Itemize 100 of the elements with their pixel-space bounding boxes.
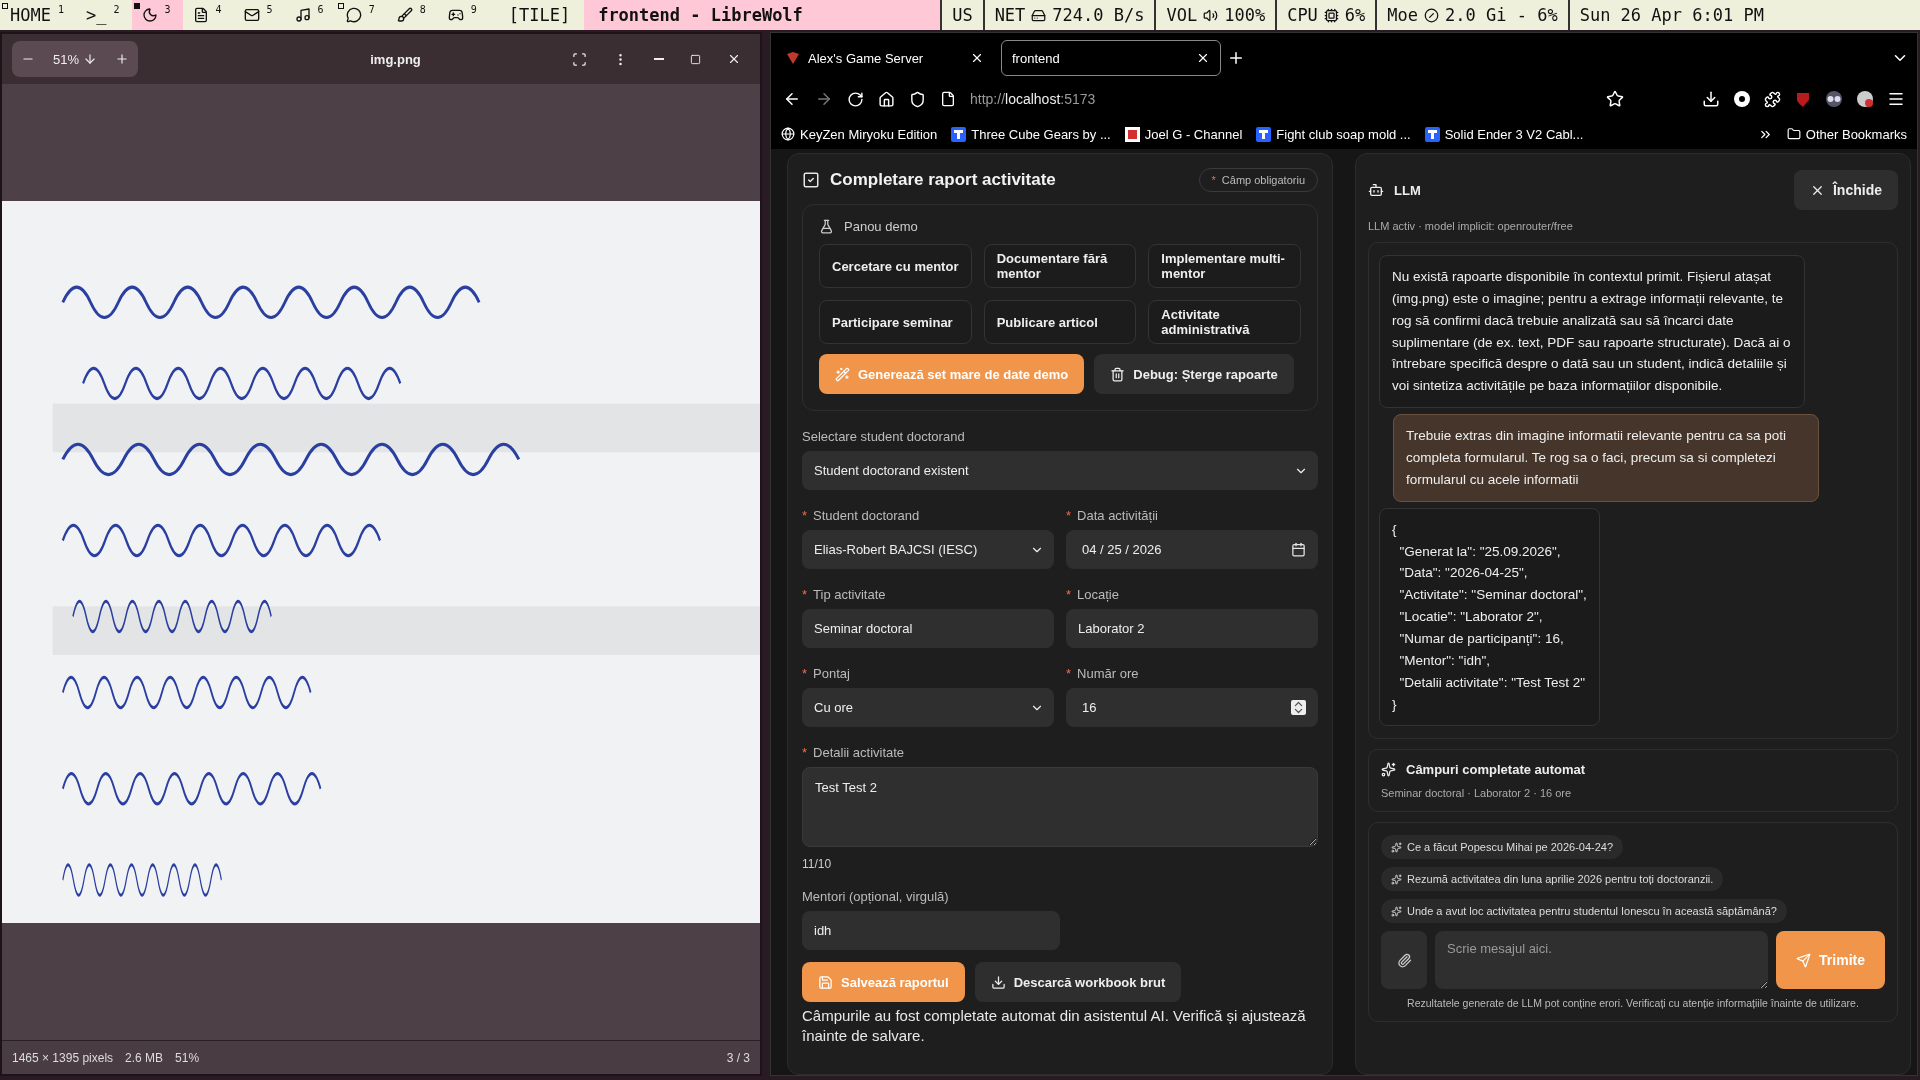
browser-tab[interactable]: Alex's Game Server <box>775 40 995 76</box>
mail-icon <box>243 7 260 23</box>
bookmark-link[interactable]: Fight club soap mold ... <box>1256 126 1411 142</box>
status-label: Sun 26 Apr 6:01 PM <box>1579 5 1764 25</box>
speaker-icon <box>1203 7 1219 23</box>
workspace-button[interactable]: >_ 2 <box>76 0 132 30</box>
favicon-icon <box>1124 126 1140 142</box>
bookmark-link[interactable]: Three Cube Gears by ... <box>951 126 1111 142</box>
save-icon <box>818 974 833 990</box>
user-message: Trebuie extras din imagine informatii relevante pentru ca sa poti completa formularul. Te rog sa o faci, precum sa si completezi formularul cu acele informatii <box>1393 414 1819 502</box>
character-counter: 11/10 <box>802 857 833 871</box>
extension-icon <box>1734 91 1750 107</box>
status-label: CPU <box>1287 5 1318 25</box>
workspace-button[interactable]: 3 <box>131 0 183 30</box>
status-label: Moe <box>1387 5 1419 25</box>
select-field[interactable]: Student doctorand existent <box>802 451 1318 490</box>
close-button[interactable]: Închide <box>1794 170 1898 210</box>
menu-icon <box>1887 90 1905 108</box>
image-info: 1465 × 1395 pixels <box>12 1050 114 1065</box>
shield-icon <box>909 90 926 108</box>
preset-button[interactable]: Publicare articol <box>983 300 1137 344</box>
paperclip-icon <box>1396 952 1412 968</box>
message-field[interactable]: Scrie mesajul aici. <box>1435 931 1769 990</box>
workspace-button[interactable]: 7 <box>335 0 387 30</box>
robot-icon <box>1368 182 1384 198</box>
status-value: 2.0 Gi - 6% <box>1445 5 1558 25</box>
favicon-icon <box>1424 126 1440 142</box>
field-label: * Locație <box>1066 587 1120 602</box>
document-icon <box>192 7 209 23</box>
bookmark-link[interactable]: Joel G - Channel <box>1124 126 1243 142</box>
magic-wand-icon <box>835 366 850 382</box>
workspace-button[interactable]: 4 <box>182 0 234 30</box>
select-field[interactable]: Cu ore <box>802 688 1054 727</box>
puzzle-icon <box>1764 90 1781 108</box>
text-field[interactable]: Laborator 2 <box>1066 609 1318 648</box>
workspace-button[interactable]: 9 <box>437 0 489 30</box>
bookmark-link[interactable]: KeyZen Miryoku Edition <box>781 126 938 142</box>
folder-icon <box>1786 127 1801 141</box>
calendar-icon <box>1291 542 1306 557</box>
plus-icon <box>115 52 130 66</box>
preset-button[interactable]: Participare seminar <box>819 300 972 344</box>
date-input[interactable]: 04 / 25 / 2026 <box>1080 541 1291 558</box>
assistant-message: Nu există rapoarte disponibile în contextul primit. Fișierul atașat (img.png) este o imagine; pentru a extrage informații relevante, te rog să confirmi dacă trebuie analizată sau să încarci date suplimentare (de ex. text, PDF sau rapoarte structurate). Dacă ai o întrebare specifică despre o dată sau un student, indică detaliile și voi sintetiza activitățile pe baza informațiilor disponibile. <box>1379 255 1805 409</box>
address-field[interactable]: http://localhost:5173 <box>970 91 1592 107</box>
card-title: Câmpuri completate automat <box>1406 762 1586 778</box>
spinner-icon <box>1291 700 1306 715</box>
workspace-button[interactable]: 5 <box>233 0 285 30</box>
image-info: 51% <box>175 1050 200 1065</box>
home-icon <box>878 90 895 108</box>
panel-title: LLM <box>1394 182 1422 198</box>
sparkles-icon <box>1391 841 1402 853</box>
text-field[interactable]: idh <box>802 911 1060 950</box>
extension-icon <box>1857 91 1873 107</box>
preset-button[interactable]: Implementare multi-mentor <box>1148 244 1301 288</box>
preset-button[interactable]: Documentare fără mentor <box>983 244 1137 288</box>
send-icon <box>1796 952 1812 968</box>
text-area[interactable]: Test Test 2 <box>802 767 1318 847</box>
globe-icon <box>781 127 795 141</box>
assistant-message: { "Generat la": "25.09.2026", "Data": "2026-04-25", "Activitate": "Seminar doctoral", "Locatie": "Laborator 2", "Numar de participanți": 16, "Mentor": "idh", "Detalii activitate": "Test Test 2" } <box>1379 507 1600 727</box>
close-icon <box>1196 51 1210 65</box>
attach-button[interactable] <box>1381 931 1427 990</box>
date-field[interactable]: 04 / 25 / 2026 <box>1066 530 1318 569</box>
speech-bubble-icon <box>345 7 362 23</box>
model-status: LLM activ · model implicit: openrouter/free <box>1368 220 1574 232</box>
suggestion-chip[interactable]: Rezumă activitatea din luna aprilie 2026 pentru toți doctoranzii. <box>1381 867 1724 892</box>
bookmark-link[interactable]: Solid Ender 3 V2 Cabl... <box>1424 126 1584 142</box>
fullscreen-icon <box>572 51 587 67</box>
number-input[interactable]: 16 <box>1080 699 1291 716</box>
number-field[interactable]: 16 <box>1066 688 1318 727</box>
workspace-button[interactable]: 8 <box>386 0 438 30</box>
workspace-button[interactable]: 6 <box>284 0 336 30</box>
bookmark-folder[interactable]: Other Bookmarks <box>1786 126 1907 142</box>
field-label: Mentori (opțional, virgulă) <box>802 889 950 904</box>
select-field[interactable]: Elias-Robert BAJCSI (IESC) <box>802 530 1054 569</box>
preset-button[interactable]: Activitate administrativă <box>1148 300 1301 344</box>
disclaimer-text: Rezultatele generate de LLM pot conține erori. Verificați cu atenție informațiile înainte de utilizare. <box>1406 997 1860 1010</box>
sparkles-icon <box>1381 762 1396 778</box>
favicon-icon <box>951 126 967 142</box>
workspace-button[interactable]: HOME 1 <box>0 0 76 30</box>
music-icon <box>294 7 311 23</box>
window-title: frontend - LibreWolf <box>584 0 941 30</box>
suggestion-chip[interactable]: Unde a avut loc activitatea pentru studentul Ionescu în această săptămână? <box>1381 899 1787 924</box>
field-label: * Student doctorand <box>802 508 921 523</box>
sparkles-icon <box>1391 905 1402 917</box>
delete-button[interactable]: Debug: Șterge rapoarte <box>1094 354 1294 394</box>
field-label: * Tip activitate <box>802 587 887 602</box>
download-icon <box>1702 90 1720 108</box>
text-field[interactable]: Seminar doctoral <box>802 609 1054 648</box>
browser-tab[interactable]: frontend <box>1001 40 1221 76</box>
close-icon <box>727 52 741 66</box>
image-info: 2.6 MB <box>125 1050 164 1065</box>
sparkles-icon <box>1391 873 1402 885</box>
download-button[interactable]: Descarcă workbook brut <box>974 962 1182 1002</box>
gamepad-icon <box>447 7 464 23</box>
favicon-icon <box>1256 126 1272 142</box>
status-label: US <box>952 5 973 25</box>
preset-button[interactable]: Cercetare cu mentor <box>819 244 972 288</box>
moon-icon <box>141 7 158 23</box>
suggestion-chip[interactable]: Ce a făcut Popescu Mihai pe 2026-04-24? <box>1381 835 1624 860</box>
field-label: * Data activității <box>1066 508 1159 523</box>
